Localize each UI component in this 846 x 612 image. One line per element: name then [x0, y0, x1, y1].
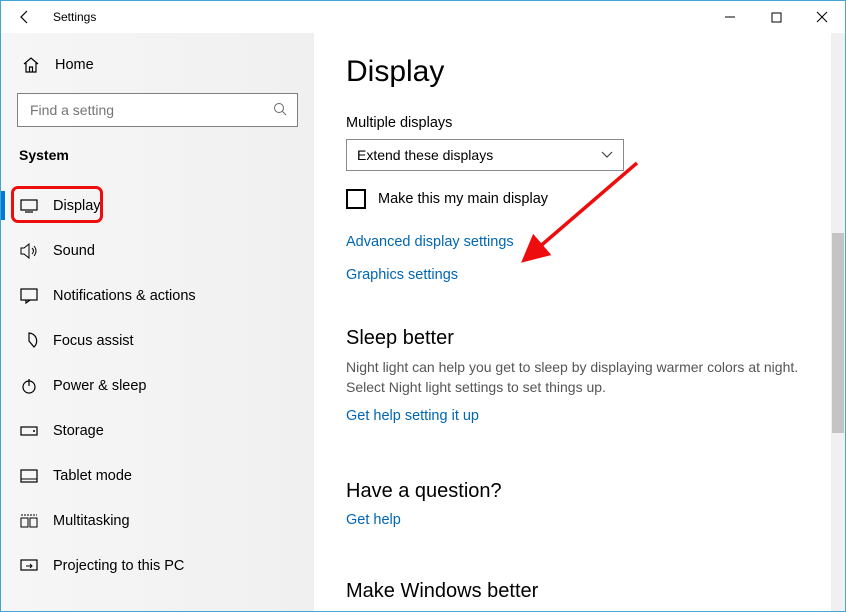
sidebar-item-label: Multitasking: [53, 513, 130, 529]
sidebar: Home System Display: [1, 33, 314, 611]
sidebar-item-multitasking[interactable]: Multitasking: [1, 498, 314, 543]
titlebar: Settings: [1, 1, 845, 33]
dropdown-value: Extend these displays: [357, 147, 493, 163]
sidebar-item-projecting[interactable]: Projecting to this PC: [1, 543, 314, 588]
projecting-icon: [19, 559, 39, 573]
main-display-checkbox-row[interactable]: Make this my main display: [346, 189, 813, 209]
storage-icon: [19, 426, 39, 436]
scrollbar-thumb[interactable]: [832, 233, 844, 433]
sidebar-section-system: System: [1, 139, 314, 173]
sidebar-item-label: Sound: [53, 243, 95, 259]
main-display-checkbox-label: Make this my main display: [378, 191, 548, 207]
window-controls: [707, 1, 845, 33]
main-content: Display Multiple displays Extend these d…: [314, 33, 845, 611]
settings-window: Settings Home: [0, 0, 846, 612]
link-sleep-help[interactable]: Get help setting it up: [346, 408, 479, 424]
sidebar-item-label: Notifications & actions: [53, 288, 196, 304]
tablet-icon: [19, 469, 39, 483]
search-input[interactable]: [28, 101, 273, 119]
chevron-down-icon: [601, 148, 613, 162]
minimize-button[interactable]: [707, 1, 753, 33]
sidebar-item-storage[interactable]: Storage: [1, 408, 314, 453]
multiple-displays-dropdown[interactable]: Extend these displays: [346, 139, 624, 171]
sidebar-item-power-sleep[interactable]: Power & sleep: [1, 363, 314, 408]
sidebar-item-label: Power & sleep: [53, 378, 147, 394]
sound-icon: [19, 243, 39, 259]
maximize-button[interactable]: [753, 1, 799, 33]
sidebar-item-display[interactable]: Display: [1, 183, 314, 228]
have-question-title: Have a question?: [346, 480, 813, 503]
multiple-displays-label: Multiple displays: [346, 115, 813, 131]
scrollbar[interactable]: [831, 33, 845, 611]
link-advanced-display[interactable]: Advanced display settings: [346, 234, 514, 250]
search-input-container[interactable]: [17, 93, 298, 127]
link-graphics-settings[interactable]: Graphics settings: [346, 267, 458, 283]
display-icon: [19, 199, 39, 213]
sidebar-item-label: Focus assist: [53, 333, 134, 349]
power-icon: [19, 378, 39, 394]
make-better-title: Make Windows better: [346, 580, 813, 603]
multitasking-icon: [19, 514, 39, 528]
sidebar-home[interactable]: Home: [1, 45, 314, 85]
sidebar-item-sound[interactable]: Sound: [1, 228, 314, 273]
search-icon: [273, 102, 287, 119]
checkbox-icon[interactable]: [346, 189, 366, 209]
link-get-help[interactable]: Get help: [346, 512, 401, 528]
sidebar-nav-list: Display Sound Notifications & actions: [1, 183, 314, 588]
close-button[interactable]: [799, 1, 845, 33]
focus-assist-icon: [19, 332, 39, 350]
sleep-better-title: Sleep better: [346, 327, 813, 350]
sleep-better-desc: Night light can help you get to sleep by…: [346, 358, 806, 397]
home-icon: [21, 56, 41, 74]
sidebar-item-tablet-mode[interactable]: Tablet mode: [1, 453, 314, 498]
sidebar-item-label: Storage: [53, 423, 104, 439]
back-button[interactable]: [9, 1, 41, 33]
sidebar-item-notifications[interactable]: Notifications & actions: [1, 273, 314, 318]
window-title: Settings: [53, 10, 96, 24]
sidebar-item-label: Projecting to this PC: [53, 558, 184, 574]
sidebar-item-label: Tablet mode: [53, 468, 132, 484]
sidebar-item-focus-assist[interactable]: Focus assist: [1, 318, 314, 363]
notifications-icon: [19, 288, 39, 304]
page-title: Display: [346, 55, 813, 89]
sidebar-home-label: Home: [55, 57, 94, 73]
sidebar-item-label: Display: [53, 198, 101, 214]
